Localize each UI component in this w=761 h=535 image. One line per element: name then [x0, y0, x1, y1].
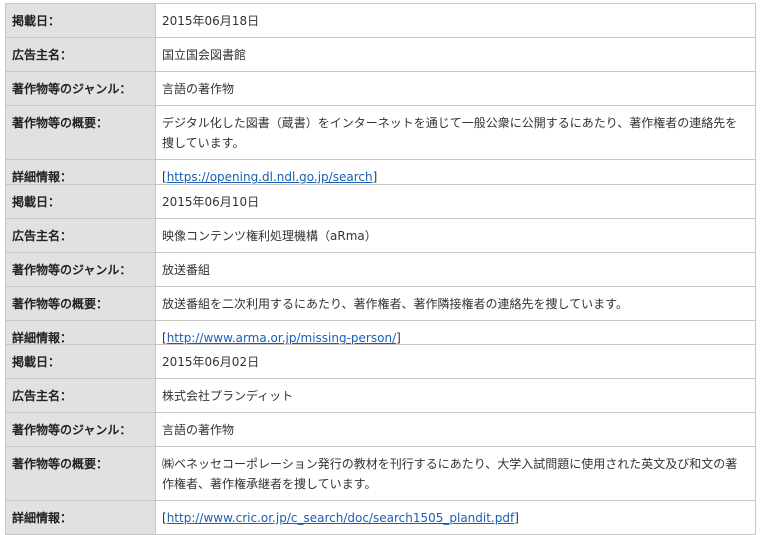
details-link[interactable]: https://opening.dl.ndl.go.jp/search	[167, 170, 373, 184]
date-label: 掲載日：	[5, 184, 156, 219]
date-value: 2015年06月18日	[155, 3, 756, 38]
advertiser-label: 広告主名：	[5, 378, 156, 413]
advertiser-value: 株式会社プランディット	[155, 378, 756, 413]
summary-value: 放送番組を二次利用するにあたり、著作権者、著作隣接権者の連絡先を捜しています。	[155, 286, 756, 321]
genre-value: 放送番組	[155, 252, 756, 287]
advertiser-value: 国立国会図書館	[155, 37, 756, 72]
row-summary: 著作物等の概要： デジタル化した図書（蔵書）をインターネットを通じて一般公衆に公…	[5, 105, 756, 160]
notice-entry-3: 掲載日： 2015年06月02日 広告主名： 株式会社プランディット 著作物等の…	[5, 344, 756, 535]
row-date: 掲載日： 2015年06月10日	[5, 184, 756, 219]
row-date: 掲載日： 2015年06月18日	[5, 3, 756, 38]
advertiser-label: 広告主名：	[5, 218, 156, 253]
details-link[interactable]: http://www.cric.or.jp/c_search/doc/searc…	[167, 511, 515, 525]
date-label: 掲載日：	[5, 344, 156, 379]
genre-label: 著作物等のジャンル：	[5, 412, 156, 447]
notice-entry-1: 掲載日： 2015年06月18日 広告主名： 国立国会図書館 著作物等のジャンル…	[5, 3, 756, 194]
advertiser-value: 映像コンテンツ権利処理機構（aRma）	[155, 218, 756, 253]
row-genre: 著作物等のジャンル： 放送番組	[5, 252, 756, 287]
row-genre: 著作物等のジャンル： 言語の著作物	[5, 412, 756, 447]
row-advertiser: 広告主名： 映像コンテンツ権利処理機構（aRma）	[5, 218, 756, 253]
date-value: 2015年06月02日	[155, 344, 756, 379]
row-genre: 著作物等のジャンル： 言語の著作物	[5, 71, 756, 106]
summary-label: 著作物等の概要：	[5, 105, 156, 160]
genre-value: 言語の著作物	[155, 412, 756, 447]
details-value: [http://www.cric.or.jp/c_search/doc/sear…	[155, 500, 756, 535]
date-value: 2015年06月10日	[155, 184, 756, 219]
row-details: 詳細情報： [http://www.cric.or.jp/c_search/do…	[5, 500, 756, 535]
genre-label: 著作物等のジャンル：	[5, 252, 156, 287]
details-link[interactable]: http://www.arma.or.jp/missing-person/	[167, 331, 396, 345]
row-summary: 著作物等の概要： ㈱ベネッセコーポレーション発行の教材を刊行するにあたり、大学入…	[5, 446, 756, 501]
date-label: 掲載日：	[5, 3, 156, 38]
summary-value: デジタル化した図書（蔵書）をインターネットを通じて一般公衆に公開するにあたり、著…	[155, 105, 756, 160]
summary-label: 著作物等の概要：	[5, 286, 156, 321]
row-advertiser: 広告主名： 国立国会図書館	[5, 37, 756, 72]
genre-value: 言語の著作物	[155, 71, 756, 106]
summary-label: 著作物等の概要：	[5, 446, 156, 501]
row-summary: 著作物等の概要： 放送番組を二次利用するにあたり、著作権者、著作隣接権者の連絡先…	[5, 286, 756, 321]
row-date: 掲載日： 2015年06月02日	[5, 344, 756, 379]
genre-label: 著作物等のジャンル：	[5, 71, 156, 106]
notice-entry-2: 掲載日： 2015年06月10日 広告主名： 映像コンテンツ権利処理機構（aRm…	[5, 184, 756, 355]
summary-value: ㈱ベネッセコーポレーション発行の教材を刊行するにあたり、大学入試問題に使用された…	[155, 446, 756, 501]
details-label: 詳細情報：	[5, 500, 156, 535]
advertiser-label: 広告主名：	[5, 37, 156, 72]
row-advertiser: 広告主名： 株式会社プランディット	[5, 378, 756, 413]
